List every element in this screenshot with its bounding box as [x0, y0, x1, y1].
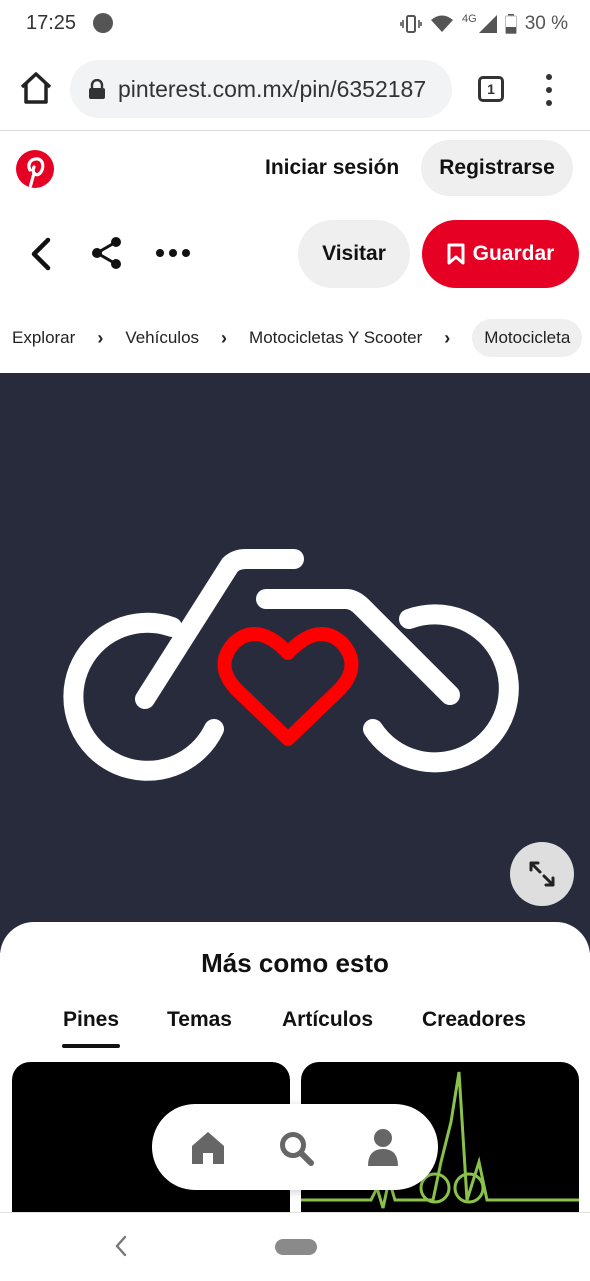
battery-icon [504, 14, 517, 34]
floating-navigation-bar [152, 1104, 438, 1190]
system-navigation-bar [0, 1212, 590, 1281]
breadcrumb-item-explorar[interactable]: Explorar [12, 328, 75, 348]
more-options-icon[interactable] [156, 248, 190, 258]
overflow-menu-icon[interactable] [540, 74, 558, 106]
status-bar: 17:25 4G 30 % [0, 0, 590, 48]
bookmark-icon [447, 243, 465, 265]
status-icons: 4G 30 % [400, 10, 568, 38]
login-link[interactable]: Iniciar sesión [265, 156, 399, 180]
bicycle-heart-illustration [63, 549, 519, 781]
pin-image[interactable] [0, 373, 590, 953]
expand-icon[interactable] [510, 842, 574, 906]
breadcrumb-item-motocicletas-scooter[interactable]: Motocicletas Y Scooter [249, 328, 422, 348]
tab-creadores[interactable]: Creadores [422, 1008, 526, 1032]
breadcrumb-item-vehiculos[interactable]: Vehículos [125, 328, 199, 348]
lock-icon [89, 79, 105, 99]
tab-articulos[interactable]: Artículos [282, 1008, 373, 1032]
pinterest-logo[interactable] [16, 150, 54, 188]
tab-temas[interactable]: Temas [167, 1008, 232, 1032]
status-time: 17:25 [26, 12, 77, 34]
save-button[interactable]: Guardar [422, 220, 579, 288]
chevron-right-icon: › [444, 327, 451, 348]
section-title: Más como esto [201, 948, 389, 978]
share-icon[interactable] [90, 236, 124, 270]
profile-icon[interactable] [366, 1128, 400, 1166]
wifi-icon [431, 15, 453, 32]
vibrate-icon [400, 15, 422, 33]
notification-dot-icon [93, 13, 113, 33]
back-arrow-icon[interactable] [26, 236, 58, 272]
register-button[interactable]: Registrarse [421, 140, 573, 196]
signal-icon [478, 15, 497, 33]
battery-percent: 30 % [524, 13, 568, 34]
tab-switcher-button[interactable]: 1 [478, 76, 504, 102]
system-back-icon[interactable] [114, 1235, 128, 1257]
save-button-label: Guardar [472, 242, 555, 265]
heart-icon [217, 627, 359, 746]
breadcrumb: Explorar › Vehículos › Motocicletas Y Sc… [12, 318, 583, 358]
system-home-pill[interactable] [275, 1239, 317, 1255]
tab-pines[interactable]: Pines [63, 1008, 119, 1032]
active-tab-indicator [62, 1044, 120, 1048]
network-type-label: 4G [462, 13, 477, 25]
chevron-right-icon: › [221, 327, 228, 348]
chevron-right-icon: › [97, 327, 104, 348]
browser-toolbar: pinterest.com.mx/pin/6352187 1 [0, 48, 590, 131]
home-nav-icon[interactable] [190, 1130, 226, 1164]
home-icon[interactable] [16, 68, 56, 108]
breadcrumb-item-motocicleta[interactable]: Motocicleta [472, 319, 583, 357]
address-bar[interactable]: pinterest.com.mx/pin/6352187 [70, 60, 452, 118]
search-icon[interactable] [278, 1130, 314, 1166]
visit-button[interactable]: Visitar [298, 220, 410, 288]
url-text: pinterest.com.mx/pin/6352187 [118, 75, 427, 102]
